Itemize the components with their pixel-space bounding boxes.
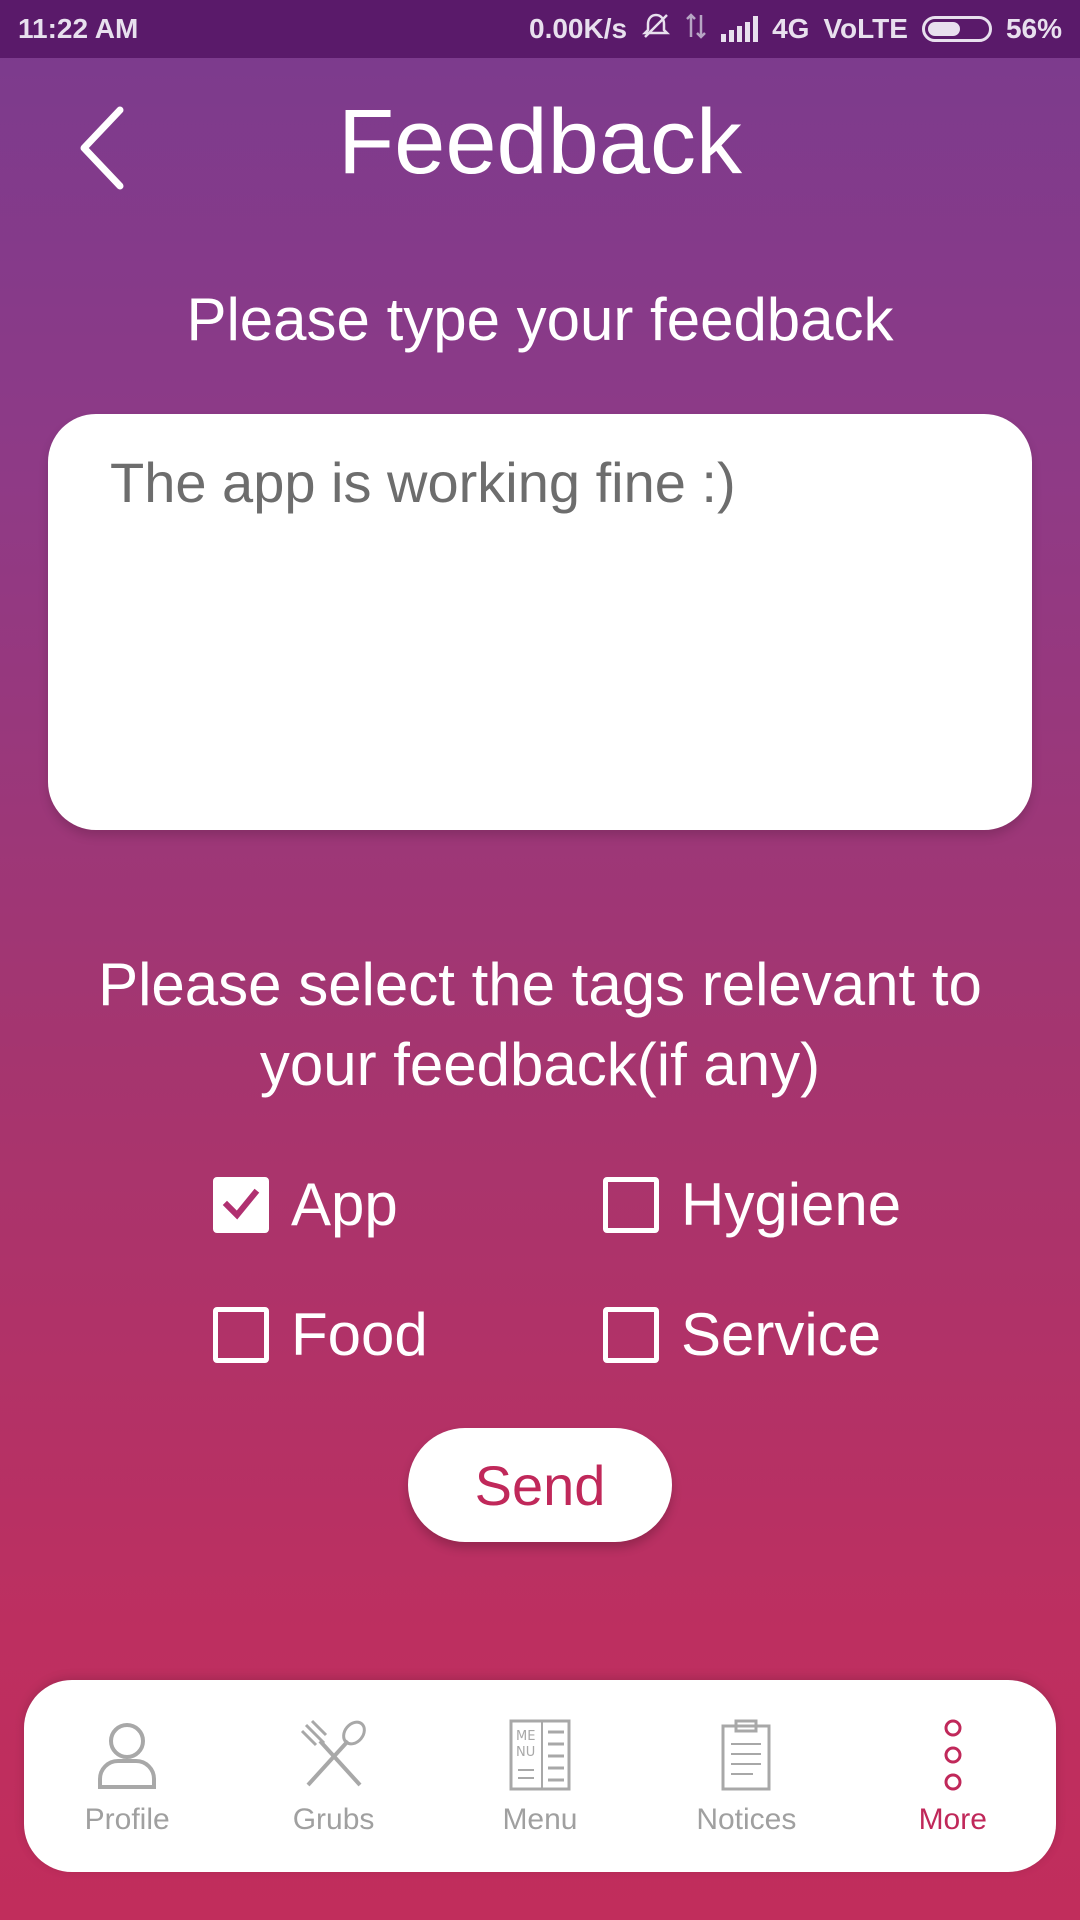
tags-prompt: Please select the tags relevant to your …: [98, 951, 982, 1098]
checkbox-icon[interactable]: [603, 1176, 659, 1233]
person-icon: [87, 1715, 167, 1795]
fork-spoon-icon: [294, 1715, 374, 1795]
battery-fill: [927, 22, 961, 36]
tag-label: App: [291, 1171, 398, 1238]
svg-text:NU: NU: [516, 1745, 535, 1760]
nav-label: Grubs: [292, 1803, 375, 1836]
nav-item-grubs[interactable]: Grubs: [234, 1715, 434, 1837]
checkbox-icon[interactable]: [213, 1306, 269, 1363]
network-speed: 0.00K/s: [529, 13, 628, 44]
tag-hygiene[interactable]: Hygiene: [603, 1170, 901, 1239]
checkbox-checked-icon[interactable]: [213, 1176, 269, 1233]
battery-percent: 56%: [1005, 13, 1062, 44]
tag-app[interactable]: App: [213, 1170, 398, 1239]
data-arrows-icon: [685, 11, 707, 48]
nav-label: More: [918, 1803, 987, 1836]
svg-text:ME: ME: [516, 1729, 535, 1744]
tag-label: Hygiene: [681, 1171, 902, 1238]
nav-label: Profile: [84, 1803, 170, 1836]
nav-label: Notices: [696, 1803, 797, 1836]
nav-item-profile[interactable]: Profile: [27, 1715, 227, 1837]
battery-icon: [921, 16, 992, 42]
tag-service[interactable]: Service: [603, 1300, 881, 1369]
tag-food[interactable]: Food: [213, 1300, 428, 1369]
signal-icon: [721, 16, 759, 42]
mute-bell-icon: [641, 11, 671, 48]
bottom-nav: Profile Grubs ME NU Menu Notices More: [24, 1680, 1056, 1872]
status-bar: 11:22 AM 0.00K/s 4G VoLTE 56%: [0, 0, 1080, 58]
menu-card-icon: ME NU: [500, 1715, 580, 1795]
tag-label: Food: [291, 1301, 428, 1368]
header: Feedback: [0, 70, 1080, 220]
checkbox-icon[interactable]: [603, 1306, 659, 1363]
clipboard-icon: [706, 1715, 786, 1795]
nav-item-more[interactable]: More: [853, 1715, 1053, 1837]
network-type: 4G: [772, 13, 810, 44]
nav-label: Menu: [502, 1803, 578, 1836]
feedback-prompt: Please type your feedback: [186, 286, 894, 353]
status-icons: 0.00K/s 4G VoLTE 56%: [529, 11, 1062, 48]
feedback-input[interactable]: [48, 414, 1032, 830]
volte-label: VoLTE: [823, 13, 908, 44]
more-dots-icon: [913, 1715, 993, 1795]
send-button[interactable]: Send: [408, 1428, 672, 1542]
tag-label: Service: [681, 1301, 882, 1368]
nav-item-menu[interactable]: ME NU Menu: [440, 1715, 640, 1837]
nav-item-notices[interactable]: Notices: [646, 1715, 846, 1837]
page-title: Feedback: [337, 91, 743, 193]
status-time: 11:22 AM: [18, 13, 139, 44]
